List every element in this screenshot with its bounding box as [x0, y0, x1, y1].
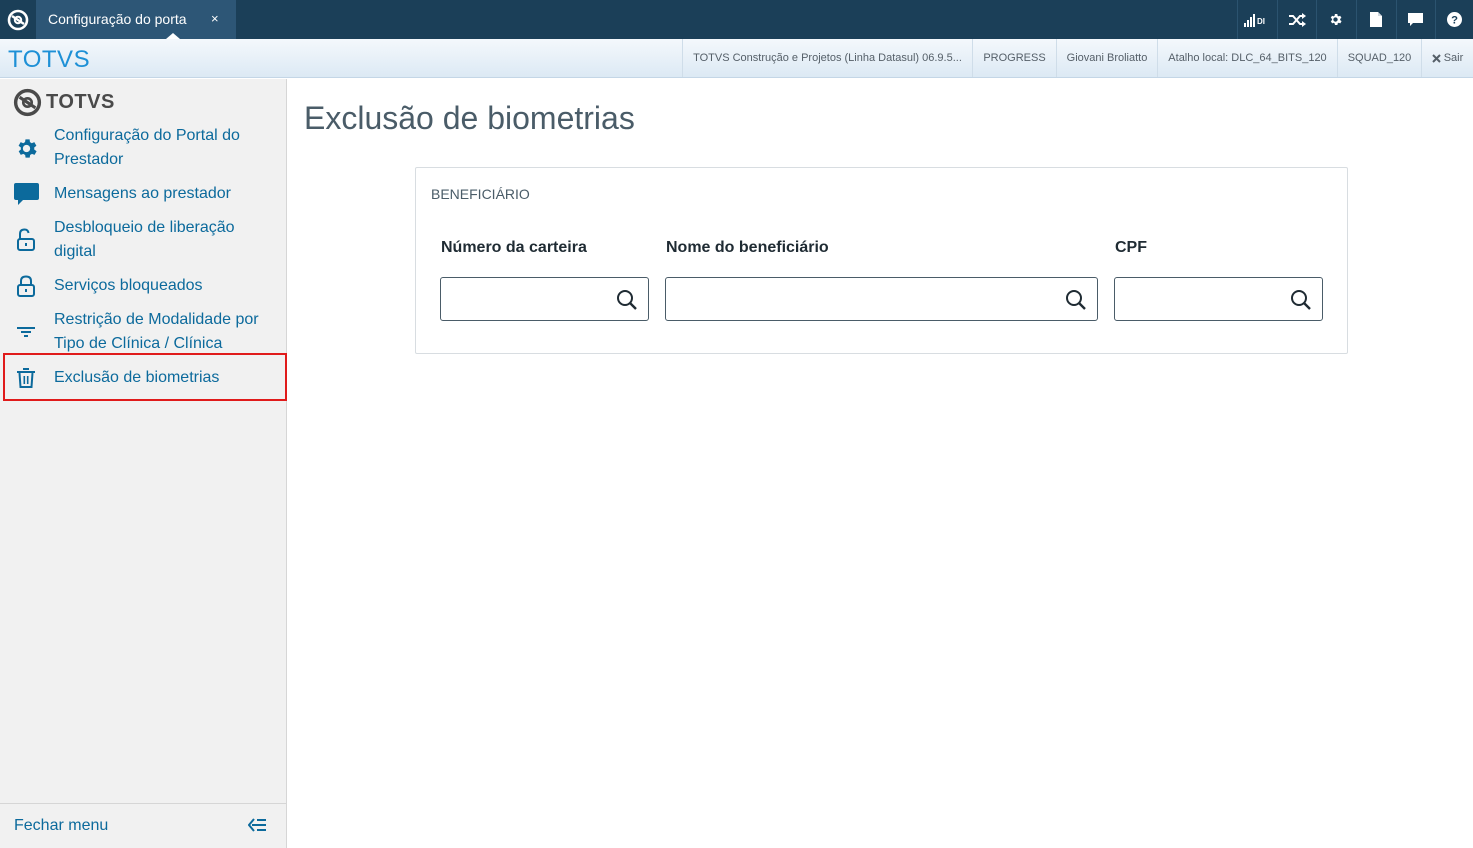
svg-text:DI: DI	[1257, 17, 1265, 26]
tab-label: Configuração do porta	[48, 11, 187, 27]
search-icon[interactable]	[1065, 289, 1087, 316]
beneficiary-card: BENEFICIÁRIO Número da carteira Nome do …	[415, 167, 1348, 354]
document-button[interactable]	[1356, 0, 1394, 39]
gear-icon	[13, 135, 39, 161]
chat-button[interactable]	[1396, 0, 1434, 39]
sidebar-logo-text: TOTVS	[46, 91, 115, 113]
sidebar-item-label: Serviços bloqueados	[54, 277, 203, 294]
signal-bars-icon: DI	[1243, 13, 1265, 27]
signal-button[interactable]: DI	[1237, 0, 1275, 39]
lock-icon	[13, 273, 39, 299]
info-product: TOTVS Construção e Projetos (Linha Datas…	[682, 39, 972, 77]
sidebar-item-servicos-bloqueados[interactable]: Serviços bloqueados	[0, 273, 287, 299]
sidebar-item-mensagens[interactable]: Mensagens ao prestador	[0, 181, 287, 207]
chat-icon	[13, 181, 39, 207]
top-bar: Configuração do porta × DI ?	[0, 0, 1473, 39]
settings-button[interactable]	[1316, 0, 1354, 39]
card-number-label: Número da carteira	[441, 239, 587, 256]
svg-text:?: ?	[1451, 15, 1458, 27]
sidebar-item-configuracao[interactable]: Configuração do Portal do Prestador	[0, 123, 287, 173]
sidebar-item-label: Desbloqueio de liberação digital	[54, 219, 235, 260]
logout-button[interactable]: Sair	[1421, 39, 1473, 77]
tab-close-button[interactable]: ×	[211, 11, 219, 26]
beneficiary-name-field[interactable]	[665, 277, 1098, 321]
totvs-logo-icon	[13, 88, 42, 117]
sidebar-item-label: Configuração do Portal do Prestador	[54, 127, 240, 168]
tab-configuracao[interactable]: Configuração do porta ×	[36, 0, 236, 39]
page-title: Exclusão de biometrias	[304, 100, 635, 136]
cpf-label: CPF	[1115, 239, 1147, 256]
card-number-field[interactable]	[440, 277, 649, 321]
gear-icon	[1330, 14, 1342, 25]
info-bar: TOTVS TOTVS Construção e Projetos (Linha…	[0, 39, 1473, 78]
info-user: Giovani Broliatto	[1056, 39, 1157, 77]
close-menu-label: Fechar menu	[14, 817, 109, 834]
logout-label: Sair	[1443, 52, 1464, 64]
search-icon[interactable]	[1290, 289, 1312, 316]
beneficiary-name-input[interactable]	[666, 278, 1097, 320]
chat-icon	[1408, 12, 1423, 26]
search-icon[interactable]	[616, 289, 638, 316]
help-icon: ?	[1447, 12, 1462, 27]
unlock-icon	[13, 227, 39, 253]
active-item-highlight	[3, 353, 287, 401]
cpf-field[interactable]	[1114, 277, 1323, 321]
filter-icon	[13, 319, 39, 345]
shuffle-button[interactable]	[1277, 0, 1315, 39]
sidebar-item-label: Restrição de Modalidade por Tipo de Clín…	[54, 311, 259, 352]
beneficiary-name-label: Nome do beneficiário	[666, 239, 829, 256]
totvs-logo-icon[interactable]	[0, 0, 35, 39]
close-menu-button[interactable]: Fechar menu	[0, 803, 286, 848]
sidebar-item-restricao[interactable]: Restrição de Modalidade por Tipo de Clín…	[0, 307, 287, 357]
document-icon	[1369, 12, 1382, 27]
shuffle-icon	[1288, 12, 1306, 27]
sidebar: TOTVS Configuração do Portal do Prestado…	[0, 79, 287, 848]
brand-title[interactable]: TOTVS	[8, 46, 90, 74]
info-shortcut: Atalho local: DLC_64_BITS_120	[1157, 39, 1337, 77]
help-button[interactable]: ?	[1435, 0, 1473, 39]
close-icon	[1432, 53, 1441, 63]
card-title: BENEFICIÁRIO	[431, 186, 530, 202]
sidebar-logo: TOTVS	[13, 88, 115, 117]
info-squad: SQUAD_120	[1337, 39, 1421, 77]
info-database: PROGRESS	[972, 39, 1056, 77]
collapse-menu-icon	[247, 818, 266, 837]
sidebar-item-label: Mensagens ao prestador	[54, 185, 231, 202]
sidebar-item-desbloqueio[interactable]: Desbloqueio de liberação digital	[0, 215, 287, 265]
